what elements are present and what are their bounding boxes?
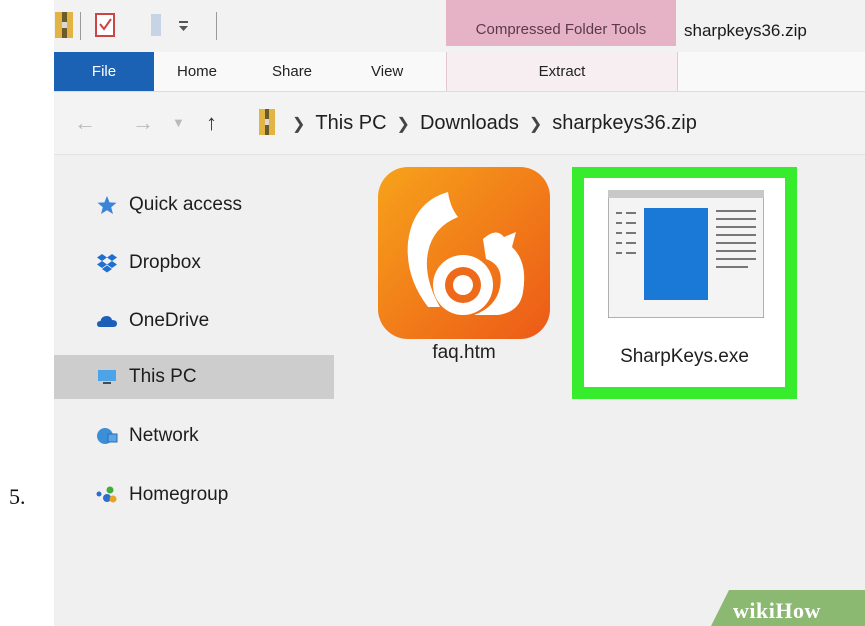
sidebar-item-this-pc[interactable]: This PC (54, 355, 334, 399)
zip-folder-icon (259, 109, 275, 135)
sidebar-item-label: Dropbox (129, 252, 201, 273)
sidebar-item-label: Network (129, 425, 199, 446)
file-item-faq[interactable]: faq.htm (374, 167, 554, 367)
file-explorer-window: Compressed Folder Tools sharpkeys36.zip … (54, 0, 865, 626)
breadcrumb-separator-icon: ❯ (292, 116, 306, 133)
sidebar-item-label: This PC (129, 366, 197, 387)
up-arrow-icon[interactable]: ↑ (206, 92, 217, 154)
file-name-label: faq.htm (432, 342, 496, 363)
breadcrumb[interactable]: ❯ This PC ❯ Downloads ❯ sharpkeys36.zip (282, 92, 697, 154)
window-title: sharpkeys36.zip (684, 21, 807, 40)
navigation-bar: ← → ▼ ↑ ❯ This PC ❯ Downloads ❯ sharpkeys36.z… (54, 92, 865, 155)
file-item-sharpkeys[interactable]: SharpKeys.exe (572, 167, 797, 399)
navigation-pane: Quick access Dropbox OneDrive This PC Ne… (54, 155, 344, 626)
sidebar-item-network[interactable]: Network (54, 414, 334, 458)
customize-dropdown-icon[interactable] (177, 10, 191, 40)
dropbox-icon (97, 254, 117, 273)
sidebar-item-onedrive[interactable]: OneDrive (54, 299, 334, 343)
network-icon (97, 428, 118, 444)
tab-file[interactable]: File (54, 52, 154, 91)
recent-locations-chevron-icon[interactable]: ▼ (172, 92, 185, 154)
compressed-folder-tools-header: Compressed Folder Tools (446, 0, 676, 46)
breadcrumb-downloads[interactable]: Downloads (420, 112, 519, 134)
forward-arrow-icon[interactable]: → (132, 92, 154, 154)
step-number: 5. (9, 484, 26, 509)
breadcrumb-this-pc[interactable]: This PC (315, 112, 386, 134)
sidebar-item-quick-access[interactable]: Quick access (54, 183, 334, 227)
application-window-icon (608, 190, 764, 318)
back-arrow-icon[interactable]: ← (74, 92, 96, 154)
watermark-text: wikiHow (733, 598, 821, 623)
file-list: faq.htm SharpKeys.exe (344, 155, 865, 626)
toolbar-divider (80, 12, 81, 40)
sidebar-item-label: Quick access (129, 194, 242, 215)
uc-browser-squirrel-icon (378, 167, 550, 339)
toolbar-divider (216, 12, 217, 40)
selected-file-tile: SharpKeys.exe (584, 178, 785, 387)
tab-view[interactable]: View (371, 52, 403, 91)
quick-access-toolbar: Compressed Folder Tools sharpkeys36.zip (54, 0, 865, 52)
sidebar-item-homegroup[interactable]: Homegroup (54, 473, 334, 517)
properties-checkbox-icon[interactable] (94, 10, 116, 40)
sidebar-item-label: Homegroup (129, 484, 229, 505)
tab-extract[interactable]: Extract (446, 52, 678, 91)
tab-home[interactable]: Home (177, 52, 217, 91)
star-icon (97, 196, 117, 214)
sidebar-item-label: OneDrive (129, 310, 210, 331)
zip-folder-icon[interactable] (54, 10, 74, 40)
homegroup-icon (96, 486, 117, 503)
breadcrumb-separator-icon: ❯ (528, 116, 543, 133)
new-folder-icon[interactable] (148, 10, 164, 40)
sidebar-item-dropbox[interactable]: Dropbox (54, 241, 334, 285)
computer-icon (98, 370, 116, 384)
cloud-icon (97, 316, 117, 327)
tab-share[interactable]: Share (272, 52, 312, 91)
breadcrumb-zip[interactable]: sharpkeys36.zip (552, 112, 697, 134)
ribbon-tabs: File Home Share View Extract (54, 52, 865, 92)
watermark: wikiHow (709, 590, 865, 626)
file-name-label: SharpKeys.exe (620, 346, 749, 367)
breadcrumb-separator-icon: ❯ (396, 116, 410, 133)
